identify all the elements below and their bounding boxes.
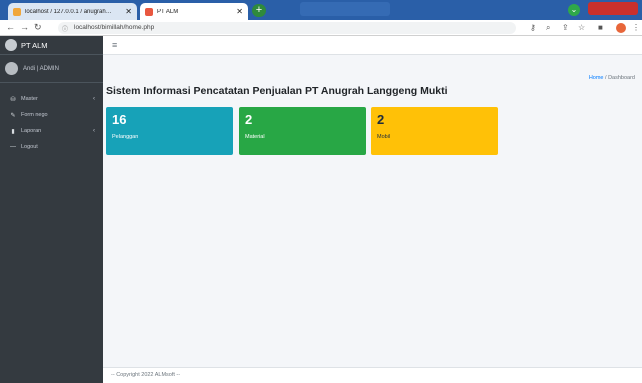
- tab-label: localhost / 127.0.0.1 / anugrah…: [25, 8, 112, 15]
- stat-box-material[interactable]: 2 Material: [239, 107, 366, 155]
- brand-link[interactable]: PT ALM: [0, 36, 103, 55]
- window-title-area: [300, 2, 390, 16]
- zoom-icon[interactable]: ⌕: [546, 23, 550, 33]
- tab-search-button[interactable]: ⌄: [568, 4, 580, 16]
- bookmark-star-icon[interactable]: ☆: [578, 23, 585, 32]
- extension-icon[interactable]: ■: [598, 23, 603, 32]
- site-info-icon[interactable]: ⓘ: [62, 24, 68, 33]
- close-icon[interactable]: ✕: [125, 7, 132, 16]
- pt-alm-favicon-icon: [145, 7, 153, 16]
- sidebar: PT ALM Andi | ADMIN ⛁ Master ‹ ✎ Form ne…: [0, 36, 103, 383]
- user-panel[interactable]: Andi | ADMIN: [0, 55, 103, 83]
- main-content: Sistem Informasi Pencatatan Penjualan PT…: [103, 55, 642, 367]
- stat-box-pelanggan[interactable]: 16 Pelanggan: [106, 107, 233, 155]
- sidebar-item-label: Master: [21, 96, 38, 102]
- back-arrow-icon[interactable]: ←: [6, 22, 15, 32]
- brand-text: PT ALM: [21, 40, 48, 50]
- breadcrumb-home-link[interactable]: Home: [589, 75, 604, 81]
- stat-value: 2: [377, 112, 385, 127]
- brand-logo-icon: [5, 39, 17, 51]
- sidebar-item-label: Logout: [21, 144, 38, 150]
- sidebar-menu: ⛁ Master ‹ ✎ Form nego ▮ Laporan ‹ — Log…: [0, 83, 103, 155]
- stat-value: 2: [245, 112, 253, 127]
- window-controls[interactable]: [588, 2, 638, 15]
- top-navbar: ≡: [103, 36, 642, 55]
- sidebar-item-laporan[interactable]: ▮ Laporan ‹: [0, 123, 103, 139]
- profile-avatar-icon[interactable]: [616, 23, 626, 33]
- browser-tab-pt-alm[interactable]: PT ALM ✕: [140, 3, 248, 20]
- stat-value: 16: [112, 112, 127, 127]
- menu-kebab-icon[interactable]: ⋮: [632, 23, 640, 32]
- stat-box-mobil[interactable]: 2 Mobil: [371, 107, 498, 155]
- key-icon[interactable]: ⚷: [530, 23, 536, 32]
- sidebar-item-form-nego[interactable]: ✎ Form nego: [0, 107, 103, 123]
- avatar: [5, 62, 18, 75]
- browser-tab-bar: localhost / 127.0.0.1 / anugrah… ✕ PT AL…: [0, 0, 642, 20]
- hamburger-menu-icon[interactable]: ≡: [112, 40, 117, 50]
- breadcrumb: Home / Dashboard: [589, 75, 635, 81]
- book-icon: ▮: [11, 128, 15, 135]
- new-tab-button[interactable]: +: [252, 4, 266, 17]
- footer: -- Copyright 2022 ALMsoft --: [103, 367, 642, 383]
- logout-icon: —: [10, 144, 16, 150]
- user-name: Andi | ADMIN: [23, 65, 59, 72]
- sidebar-item-label: Form nego: [21, 112, 48, 118]
- tab-label: PT ALM: [157, 8, 179, 15]
- stat-label: Mobil: [377, 134, 391, 140]
- stat-label: Material: [245, 134, 265, 140]
- address-bar[interactable]: localhost/bimillah/home.php: [58, 22, 516, 34]
- forward-arrow-icon[interactable]: →: [20, 22, 29, 32]
- phpmyadmin-favicon-icon: [13, 7, 21, 16]
- browser-tab-phpmyadmin[interactable]: localhost / 127.0.0.1 / anugrah… ✕: [8, 3, 137, 20]
- sidebar-item-label: Laporan: [21, 128, 42, 134]
- database-icon: ⛁: [10, 96, 16, 103]
- page-title: Sistem Informasi Pencatatan Penjualan PT…: [106, 85, 448, 97]
- stat-label: Pelanggan: [112, 134, 139, 140]
- chevron-left-icon: ‹: [93, 96, 95, 102]
- chevron-left-icon: ‹: [93, 128, 95, 134]
- reload-icon[interactable]: ↻: [34, 22, 42, 33]
- url-text: localhost/bimillah/home.php: [74, 24, 155, 31]
- edit-icon: ✎: [10, 112, 16, 119]
- browser-toolbar: ← → ↻ localhost/bimillah/home.php ⓘ ⚷ ⌕ …: [0, 20, 642, 36]
- sidebar-item-logout[interactable]: — Logout: [0, 139, 103, 155]
- breadcrumb-current: Dashboard: [608, 75, 635, 81]
- share-icon[interactable]: ⇪: [562, 23, 569, 32]
- breadcrumb-separator: /: [605, 75, 607, 81]
- close-icon[interactable]: ✕: [236, 7, 243, 16]
- copyright-text: -- Copyright 2022 ALMsoft --: [111, 372, 181, 378]
- sidebar-item-master[interactable]: ⛁ Master ‹: [0, 91, 103, 107]
